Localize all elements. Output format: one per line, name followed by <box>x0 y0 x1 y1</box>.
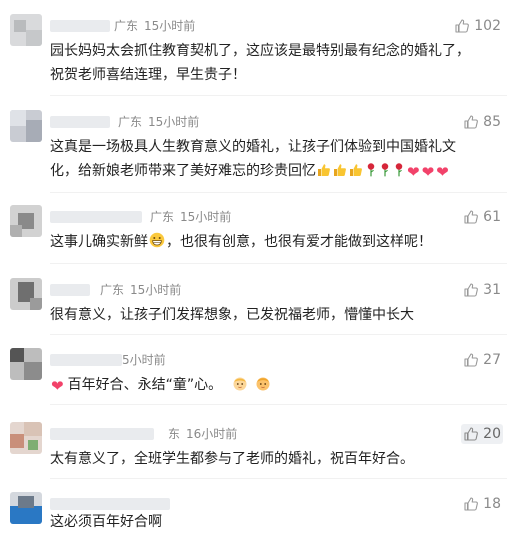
comment-meta: 广东 15小时前 <box>118 114 199 130</box>
like-count: 85 <box>483 114 501 130</box>
text-fragment: 化，给新娘老师带来了美好难忘的珍贵回忆 <box>50 163 316 179</box>
comment-text: 这事儿确实新鲜 ，也很有创意，也很有爱才能做到这样呢！ <box>50 230 500 254</box>
baby-face-emoji-icon <box>256 377 270 391</box>
avatar[interactable] <box>10 205 42 237</box>
avatar[interactable] <box>10 110 42 142</box>
comment-meta: 广东 15小时前 <box>114 18 195 34</box>
thumbs-up-emoji-icon <box>350 164 362 176</box>
heart-emoji-icon: ❤ <box>407 163 420 181</box>
heart-emoji-icon: ❤ <box>436 163 449 181</box>
text-line: 祝贺老师喜结连理，早生贵子！ <box>50 67 246 83</box>
text-line: 这必须百年好合啊 <box>50 514 162 530</box>
like-count: 27 <box>483 352 501 368</box>
time-label: 15小时前 <box>148 115 200 129</box>
heart-emoji-icon: ❤ <box>51 377 64 395</box>
like-button[interactable]: 61 <box>461 207 503 227</box>
time-label: 15小时前 <box>144 19 196 33</box>
thumbs-up-icon <box>464 115 479 129</box>
avatar[interactable] <box>10 422 42 454</box>
username-blurred[interactable] <box>50 211 142 223</box>
username-blurred[interactable] <box>50 354 122 366</box>
thumbs-up-icon <box>464 353 479 367</box>
rose-emoji-icon <box>367 163 375 177</box>
divider <box>50 95 507 96</box>
comment-text: 很有意义，让孩子们发挥想象，已发祝福老师，懵懂中长大 <box>50 303 500 327</box>
text-fragment: ，也很有创意，也很有爱才能做到这样呢！ <box>166 234 432 250</box>
time-label: 5小时前 <box>122 353 166 367</box>
like-button[interactable]: 20 <box>461 424 503 444</box>
rose-emoji-icon <box>395 163 403 177</box>
comment-meta: 广东 15小时前 <box>150 209 231 225</box>
rose-emoji-icon <box>381 163 389 177</box>
thumbs-up-icon <box>455 19 470 33</box>
divider <box>50 192 507 193</box>
username-blurred[interactable] <box>50 284 90 296</box>
time-label: 15小时前 <box>180 210 232 224</box>
like-count: 61 <box>483 209 501 225</box>
thumbs-up-icon <box>464 210 479 224</box>
comment-text: 太有意义了，全班学生都参与了老师的婚礼，祝百年好合。 <box>50 447 500 471</box>
comment-text: 这必须百年好合啊 <box>50 510 500 534</box>
divider <box>50 478 507 479</box>
location-label: 广东 <box>150 210 175 224</box>
like-button[interactable]: 27 <box>461 350 503 370</box>
thumbs-up-icon <box>464 283 479 297</box>
location-label: 东 <box>168 427 181 441</box>
heart-emoji-icon: ❤ <box>421 163 435 181</box>
text-line-with-emojis: 化，给新娘老师带来了美好难忘的珍贵回忆 ❤ ❤ ❤ <box>50 159 500 184</box>
comment-meta: 5小时前 <box>122 352 166 368</box>
username-blurred[interactable] <box>50 498 170 510</box>
location-label: 广东 <box>114 19 139 33</box>
time-label: 16小时前 <box>186 427 238 441</box>
like-count: 102 <box>474 18 501 34</box>
thumbs-up-emoji-icon <box>334 164 346 176</box>
comment-text: 园长妈妈太会抓住教育契机了，这应该是最特别最有纪念的婚礼了， 祝贺老师喜结连理，… <box>50 39 500 87</box>
divider <box>50 263 507 264</box>
text-line: 园长妈妈太会抓住教育契机了，这应该是最特别最有纪念的婚礼了， <box>50 43 470 59</box>
baby-face-emoji-icon <box>233 377 247 391</box>
avatar[interactable] <box>10 14 42 46</box>
text-line: 这真是一场极具人生教育意义的婚礼，让孩子们体验到中国婚礼文 <box>50 139 456 155</box>
divider <box>50 334 507 335</box>
thumbs-up-icon <box>464 427 479 441</box>
like-button[interactable]: 85 <box>461 112 503 132</box>
grin-face-emoji-icon <box>149 232 165 248</box>
text-line: 太有意义了，全班学生都参与了老师的婚礼，祝百年好合。 <box>50 451 414 467</box>
comment-text: ❤ 百年好合、永结“童”心。 <box>50 373 500 398</box>
text-line: 很有意义，让孩子们发挥想象，已发祝福老师，懵懂中长大 <box>50 307 414 323</box>
comment-meta: 广东 15小时前 <box>100 282 181 298</box>
like-count: 20 <box>483 426 501 442</box>
avatar[interactable] <box>10 348 42 380</box>
text-fragment: 这事儿确实新鲜 <box>50 234 148 250</box>
username-blurred[interactable] <box>50 428 154 440</box>
time-label: 15小时前 <box>130 283 182 297</box>
thumbs-up-emoji-icon <box>318 164 330 176</box>
like-button[interactable]: 31 <box>461 280 503 300</box>
location-label: 广东 <box>118 115 143 129</box>
text-fragment: 百年好合、永结“童”心。 <box>67 377 223 393</box>
comment-text: 这真是一场极具人生教育意义的婚礼，让孩子们体验到中国婚礼文 化，给新娘老师带来了… <box>50 135 500 184</box>
avatar[interactable] <box>10 492 42 524</box>
username-blurred[interactable] <box>50 20 110 32</box>
divider <box>50 404 507 405</box>
comment-meta: 东 16小时前 <box>168 426 237 442</box>
username-blurred[interactable] <box>50 116 110 128</box>
like-button[interactable]: 102 <box>452 16 503 36</box>
avatar[interactable] <box>10 278 42 310</box>
like-count: 31 <box>483 282 501 298</box>
location-label: 广东 <box>100 283 125 297</box>
